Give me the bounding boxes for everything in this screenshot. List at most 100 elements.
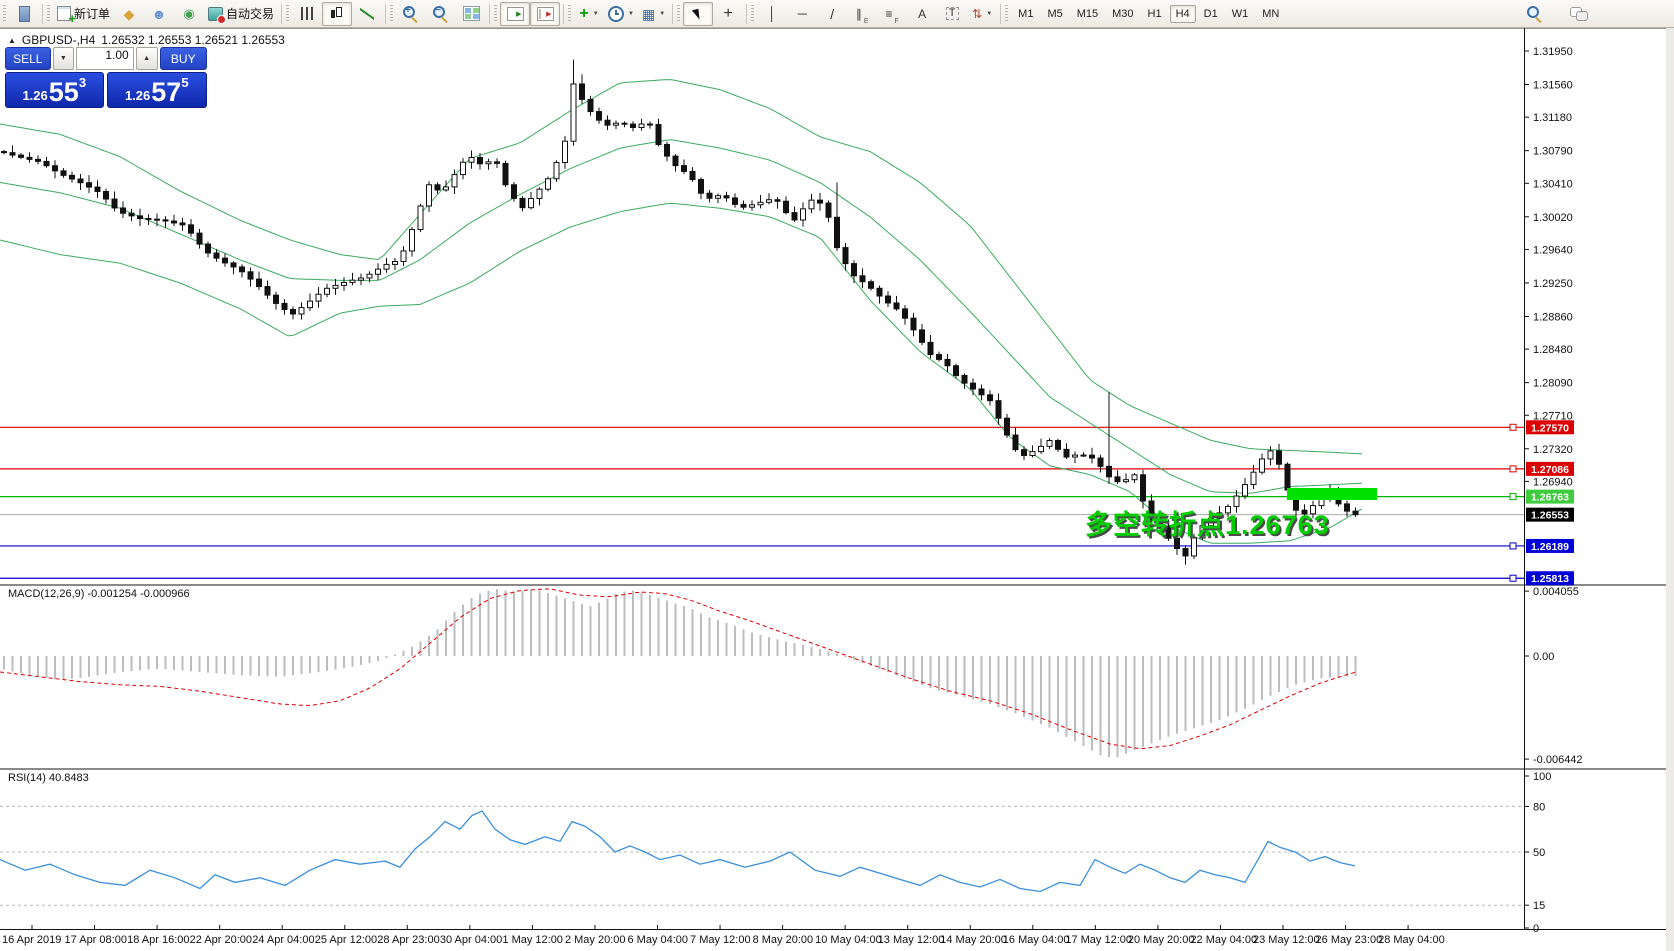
tile-windows-button[interactable] bbox=[456, 2, 486, 26]
macd-histogram-bar bbox=[250, 656, 252, 676]
macd-histogram-bar bbox=[1142, 656, 1144, 747]
macd-histogram-bar bbox=[896, 656, 898, 675]
candle-body bbox=[920, 330, 925, 342]
profile-icon[interactable]: ☻ bbox=[144, 2, 174, 26]
time-axis-label: 17 Apr 08:00 bbox=[65, 934, 127, 946]
pane-splitter[interactable] bbox=[0, 768, 1666, 770]
chart-canvas[interactable]: 1.319501.315601.311801.307901.304101.300… bbox=[0, 0, 1674, 951]
pane-splitter[interactable] bbox=[0, 584, 1666, 586]
macd-histogram-bar bbox=[930, 656, 932, 688]
periods-button[interactable]: ▼ bbox=[604, 2, 638, 26]
candle-body bbox=[1124, 480, 1129, 482]
support-line-1-handle[interactable] bbox=[1510, 543, 1516, 549]
candle-body bbox=[172, 221, 177, 223]
macd-histogram-bar bbox=[828, 651, 830, 656]
bar-chart-button[interactable] bbox=[292, 2, 322, 26]
cursor-button[interactable] bbox=[683, 2, 713, 26]
candle-body bbox=[673, 156, 678, 166]
search-button[interactable] bbox=[1520, 2, 1550, 26]
macd-histogram-bar bbox=[29, 656, 31, 675]
candle-body bbox=[214, 253, 219, 258]
resistance-line-2-handle[interactable] bbox=[1510, 466, 1516, 472]
new-order-button[interactable]: 新订单 bbox=[53, 2, 114, 26]
line-chart-button[interactable] bbox=[352, 2, 382, 26]
indicators-button[interactable]: +▼ bbox=[574, 2, 604, 26]
timeframe-button-h1[interactable]: H1 bbox=[1142, 5, 1168, 23]
volume-up-button[interactable]: ▲ bbox=[136, 47, 158, 70]
dropdown-caret-icon[interactable]: ▼ bbox=[659, 11, 665, 17]
text-button[interactable]: A bbox=[907, 2, 937, 26]
chat-button[interactable] bbox=[1564, 2, 1594, 26]
candle-body bbox=[937, 355, 942, 360]
dropdown-caret-icon[interactable]: ▼ bbox=[986, 11, 992, 17]
macd-histogram-bar bbox=[989, 656, 991, 704]
candle-body bbox=[27, 157, 32, 159]
green-zone-rectangle[interactable] bbox=[1287, 488, 1377, 500]
macd-histogram-bar bbox=[63, 656, 65, 680]
autotrading-button[interactable]: 自动交易 bbox=[204, 2, 278, 26]
candle-body bbox=[843, 248, 848, 264]
macd-histogram-bar bbox=[326, 656, 328, 671]
candlestick-chart-button[interactable] bbox=[322, 2, 352, 26]
macd-histogram-bar bbox=[1006, 656, 1008, 710]
candle-body bbox=[469, 158, 474, 163]
timeframe-button-mn[interactable]: MN bbox=[1256, 5, 1285, 23]
timeframe-button-m5[interactable]: M5 bbox=[1041, 5, 1068, 23]
price-tick-label: 1.28860 bbox=[1533, 311, 1573, 323]
buy-price-button[interactable]: 1.26 57 5 bbox=[107, 72, 208, 108]
macd-histogram-bar bbox=[513, 592, 515, 656]
pivot-annotation-text[interactable]: 多空转折点1.26763 bbox=[1085, 503, 1330, 542]
auto-scroll-button[interactable] bbox=[500, 2, 530, 26]
candle-body bbox=[580, 84, 585, 99]
chart-shift-button[interactable] bbox=[530, 2, 560, 26]
collapse-icon[interactable]: ▲ bbox=[8, 36, 16, 45]
sell-button[interactable]: SELL bbox=[5, 47, 51, 70]
text-label-button[interactable]: T bbox=[937, 2, 967, 26]
resistance-line-1-handle[interactable] bbox=[1510, 424, 1516, 430]
trendline-button[interactable]: / bbox=[817, 2, 847, 26]
volume-down-button[interactable]: ▼ bbox=[53, 47, 75, 70]
horizontal-line-button[interactable]: ─ bbox=[787, 2, 817, 26]
macd-histogram-bar bbox=[819, 649, 821, 656]
macd-histogram-bar bbox=[20, 656, 22, 673]
candle-body bbox=[724, 196, 729, 198]
timeframe-button-m1[interactable]: M1 bbox=[1012, 5, 1039, 23]
candle-body bbox=[801, 209, 806, 220]
candle-body bbox=[1345, 504, 1350, 511]
timeframe-button-w1[interactable]: W1 bbox=[1226, 5, 1255, 23]
buy-button[interactable]: BUY bbox=[160, 47, 207, 70]
candle-body bbox=[495, 162, 500, 164]
candle-body bbox=[1098, 458, 1103, 466]
candle-body bbox=[231, 263, 236, 267]
zoom-in-button[interactable]: + bbox=[396, 2, 426, 26]
macd-indicator-label: MACD(12,26,9) -0.001254 -0.000966 bbox=[8, 588, 190, 600]
dropdown-caret-icon[interactable]: ▼ bbox=[593, 11, 599, 17]
volume-input[interactable]: 1.00 bbox=[76, 47, 133, 70]
timeframe-button-m30[interactable]: M30 bbox=[1106, 5, 1139, 23]
templates-button[interactable]: ▦▼ bbox=[638, 2, 669, 26]
timeframe-button-h4[interactable]: H4 bbox=[1170, 5, 1196, 23]
dropdown-caret-icon[interactable]: ▼ bbox=[628, 11, 634, 17]
fibonacci-button[interactable]: ≡F bbox=[877, 2, 907, 26]
market-watch-icon[interactable]: ◆ bbox=[114, 2, 144, 26]
pivot-line-handle[interactable] bbox=[1510, 494, 1516, 500]
timeframe-button-m15[interactable]: M15 bbox=[1071, 5, 1104, 23]
crosshair-button[interactable]: + bbox=[713, 2, 743, 26]
macd-histogram-bar bbox=[1346, 656, 1348, 676]
support-line-2-handle[interactable] bbox=[1510, 575, 1516, 581]
time-axis-label: 28 May 04:00 bbox=[1378, 934, 1445, 946]
zoom-in-icon: + bbox=[403, 6, 419, 22]
equidistant-channel-button[interactable]: ∥E bbox=[847, 2, 877, 26]
vertical-line-button[interactable]: │ bbox=[757, 2, 787, 26]
timeframe-button-d1[interactable]: D1 bbox=[1198, 5, 1224, 23]
sell-price-button[interactable]: 1.26 55 3 bbox=[5, 72, 104, 108]
arrows-button[interactable]: ⇅▼ bbox=[967, 2, 997, 26]
zoom-out-button[interactable]: − bbox=[426, 2, 456, 26]
macd-histogram-bar bbox=[1227, 656, 1229, 716]
macd-histogram-bar bbox=[1355, 656, 1357, 676]
candle-body bbox=[903, 309, 908, 318]
macd-histogram-bar bbox=[445, 621, 447, 656]
periods-icon bbox=[608, 6, 624, 22]
signals-icon[interactable]: ◉ bbox=[174, 2, 204, 26]
macd-histogram-bar bbox=[479, 594, 481, 656]
